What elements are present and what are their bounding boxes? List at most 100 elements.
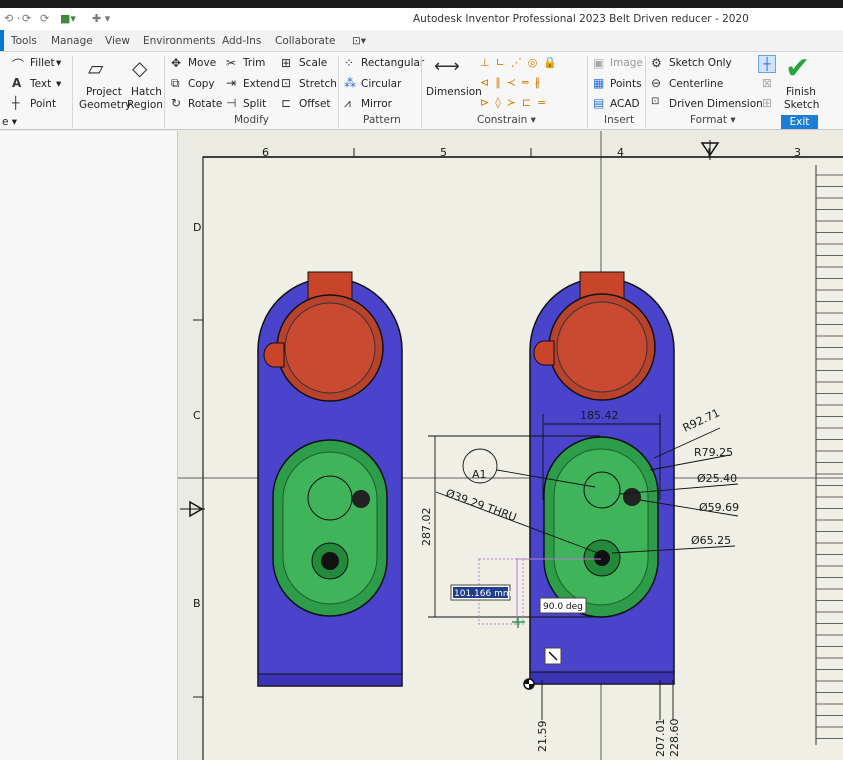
fillet-button[interactable]: Fillet [30,57,55,69]
browser-panel[interactable] [0,131,178,760]
pattern-panel-title: Pattern [363,114,401,126]
zone-column-4: 4 [617,146,624,159]
tab-more-icon[interactable]: ⊡▾ [352,35,366,47]
tab-view[interactable]: View [105,35,130,47]
dimension-icon: ⟷ [434,56,460,77]
dim-d25: Ø25.40 [697,472,737,485]
hatch-region-label-2[interactable]: Region [127,99,163,111]
text-icon: A [12,76,22,90]
format-panel-title: Format ▾ [690,114,736,126]
point-button[interactable]: Point [30,98,56,110]
extend-icon: ⇥ [226,76,237,90]
quick-access-save-icon[interactable]: ■▾ [60,12,76,25]
points-button[interactable]: Points [610,78,642,90]
circular-pattern-icon: ⁂ [344,76,356,90]
move-button[interactable]: Move [188,57,216,69]
quick-access-update-icon[interactable]: ⟳ [40,12,49,25]
centerline-button[interactable]: Centerline [669,78,723,90]
points-icon: ▦ [593,76,605,90]
dimension-button[interactable]: Dimension [426,86,482,98]
dim-d59: Ø59.69 [699,501,739,514]
copy-button[interactable]: Copy [188,78,215,90]
dim-b1: 21.59 [536,721,549,753]
mirror-button[interactable]: Mirror [361,98,392,110]
tab-manage[interactable]: Manage [51,35,93,47]
sketch-only-button[interactable]: Sketch Only [669,57,732,69]
project-geometry-label-2[interactable]: Geometry [79,99,131,111]
ribbon-tabs: Tools Manage View Environments Add-Ins C… [0,30,843,52]
copy-icon: ⧉ [171,76,180,90]
rectangular-pattern-button[interactable]: Rectangular [361,57,424,69]
constrain-panel-title: Constrain ▾ [477,114,536,126]
offset-button[interactable]: Offset [299,98,331,110]
dim-height: 287.02 [420,508,433,547]
hatch-region-label-1[interactable]: Hatch [131,86,162,98]
dim-width: 185.42 [580,409,619,422]
image-button[interactable]: Image [610,57,643,69]
exit-panel-title: Exit [781,115,818,129]
quick-access-redo-icon[interactable]: ⟳ [22,12,31,25]
project-geometry-icon: ▱ [88,56,104,80]
angle-input-value: 90.0 deg [543,602,583,612]
dimension-input-value: 101.166 mm [454,589,512,599]
right-view [529,271,675,685]
hatch-region-icon: ◇ [132,56,148,80]
tab-environments[interactable]: Environments [143,35,216,47]
ribbon: ⌒ Fillet ▾ A Text ▾ ┼ Point e ▾ ▱ Projec… [0,52,843,130]
quick-access-add-icon[interactable]: ✚ ▾ [92,12,110,25]
snap-icon[interactable]: ⊠ [762,76,772,90]
zone-column-6: 6 [262,146,269,159]
driven-dimension-button[interactable]: Driven Dimension [669,98,763,110]
move-icon: ✥ [171,56,182,70]
title-bar: ⟲ · ⟳ ⟳ ■▾ ✚ ▾ Autodesk Inventor Profess… [0,0,843,30]
scale-button[interactable]: Scale [299,57,327,69]
sketch-only-icon: ⚙ [651,56,662,70]
grid-icon[interactable]: ⊞ [762,96,772,110]
dim-r79: R79.25 [694,446,733,459]
extend-button[interactable]: Extend [243,78,280,90]
trim-button[interactable]: Trim [243,57,265,69]
constraint-icons-row-2[interactable]: ⊲∥≺═∦ [480,76,546,89]
quick-access-undo-icon[interactable]: ⟲ · [4,12,20,25]
label-a1: A1 [472,468,487,481]
stretch-button[interactable]: Stretch [299,78,337,90]
split-icon: ⊣ [226,96,237,110]
centerline-icon: ⊖ [651,76,662,90]
scale-icon: ⊞ [281,56,292,70]
driven-dimension-icon: ⊡ [651,96,660,107]
insert-panel-title: Insert [604,114,635,126]
fillet-icon: ⌒ [12,58,25,72]
acad-button[interactable]: ACAD [610,98,640,110]
rotate-icon: ↻ [171,96,182,110]
finish-sketch-check-icon[interactable]: ✔ [785,52,810,86]
tab-tools[interactable]: Tools [11,35,37,47]
acad-icon: ▤ [593,96,605,110]
trim-icon: ✂ [226,56,237,70]
point-icon: ┼ [12,96,20,110]
split-button[interactable]: Split [243,98,266,110]
modify-panel-title: Modify [234,114,269,126]
mirror-icon: ⩘ [344,96,351,110]
zone-column-3: 3 [794,146,801,159]
construction-icon[interactable]: ┼ [758,55,776,73]
image-icon: ▣ [593,56,605,70]
zone-column-5: 5 [440,146,447,159]
zone-row-c: C [193,409,201,422]
finish-sketch-label-1[interactable]: Finish [786,86,816,98]
offset-icon: ⊏ [281,96,292,110]
tab-collaborate[interactable]: Collaborate [275,35,335,47]
window-title: Autodesk Inventor Professional 2023 Belt… [413,13,749,25]
zone-row-b: B [193,597,201,610]
constraint-icons-row-1[interactable]: ⊥∟⋰◎🔒 [480,56,563,69]
constraint-icons-row-3[interactable]: ⊳◊≻⊏= [480,96,552,109]
zone-row-d: D [193,221,201,234]
project-geometry-label-1[interactable]: Project [86,86,122,98]
rotate-button[interactable]: Rotate [188,98,222,110]
text-button[interactable]: Text [30,78,51,90]
left-view [257,271,403,687]
tab-add-ins[interactable]: Add-Ins [222,35,261,47]
dim-d65: Ø65.25 [691,534,731,547]
finish-sketch-label-2[interactable]: Sketch [784,99,819,111]
circular-pattern-button[interactable]: Circular [361,78,401,90]
drawing-canvas[interactable]: 6 5 4 3 D C B 185.42 R92.71 R79.25 Ø25.4… [178,131,843,760]
